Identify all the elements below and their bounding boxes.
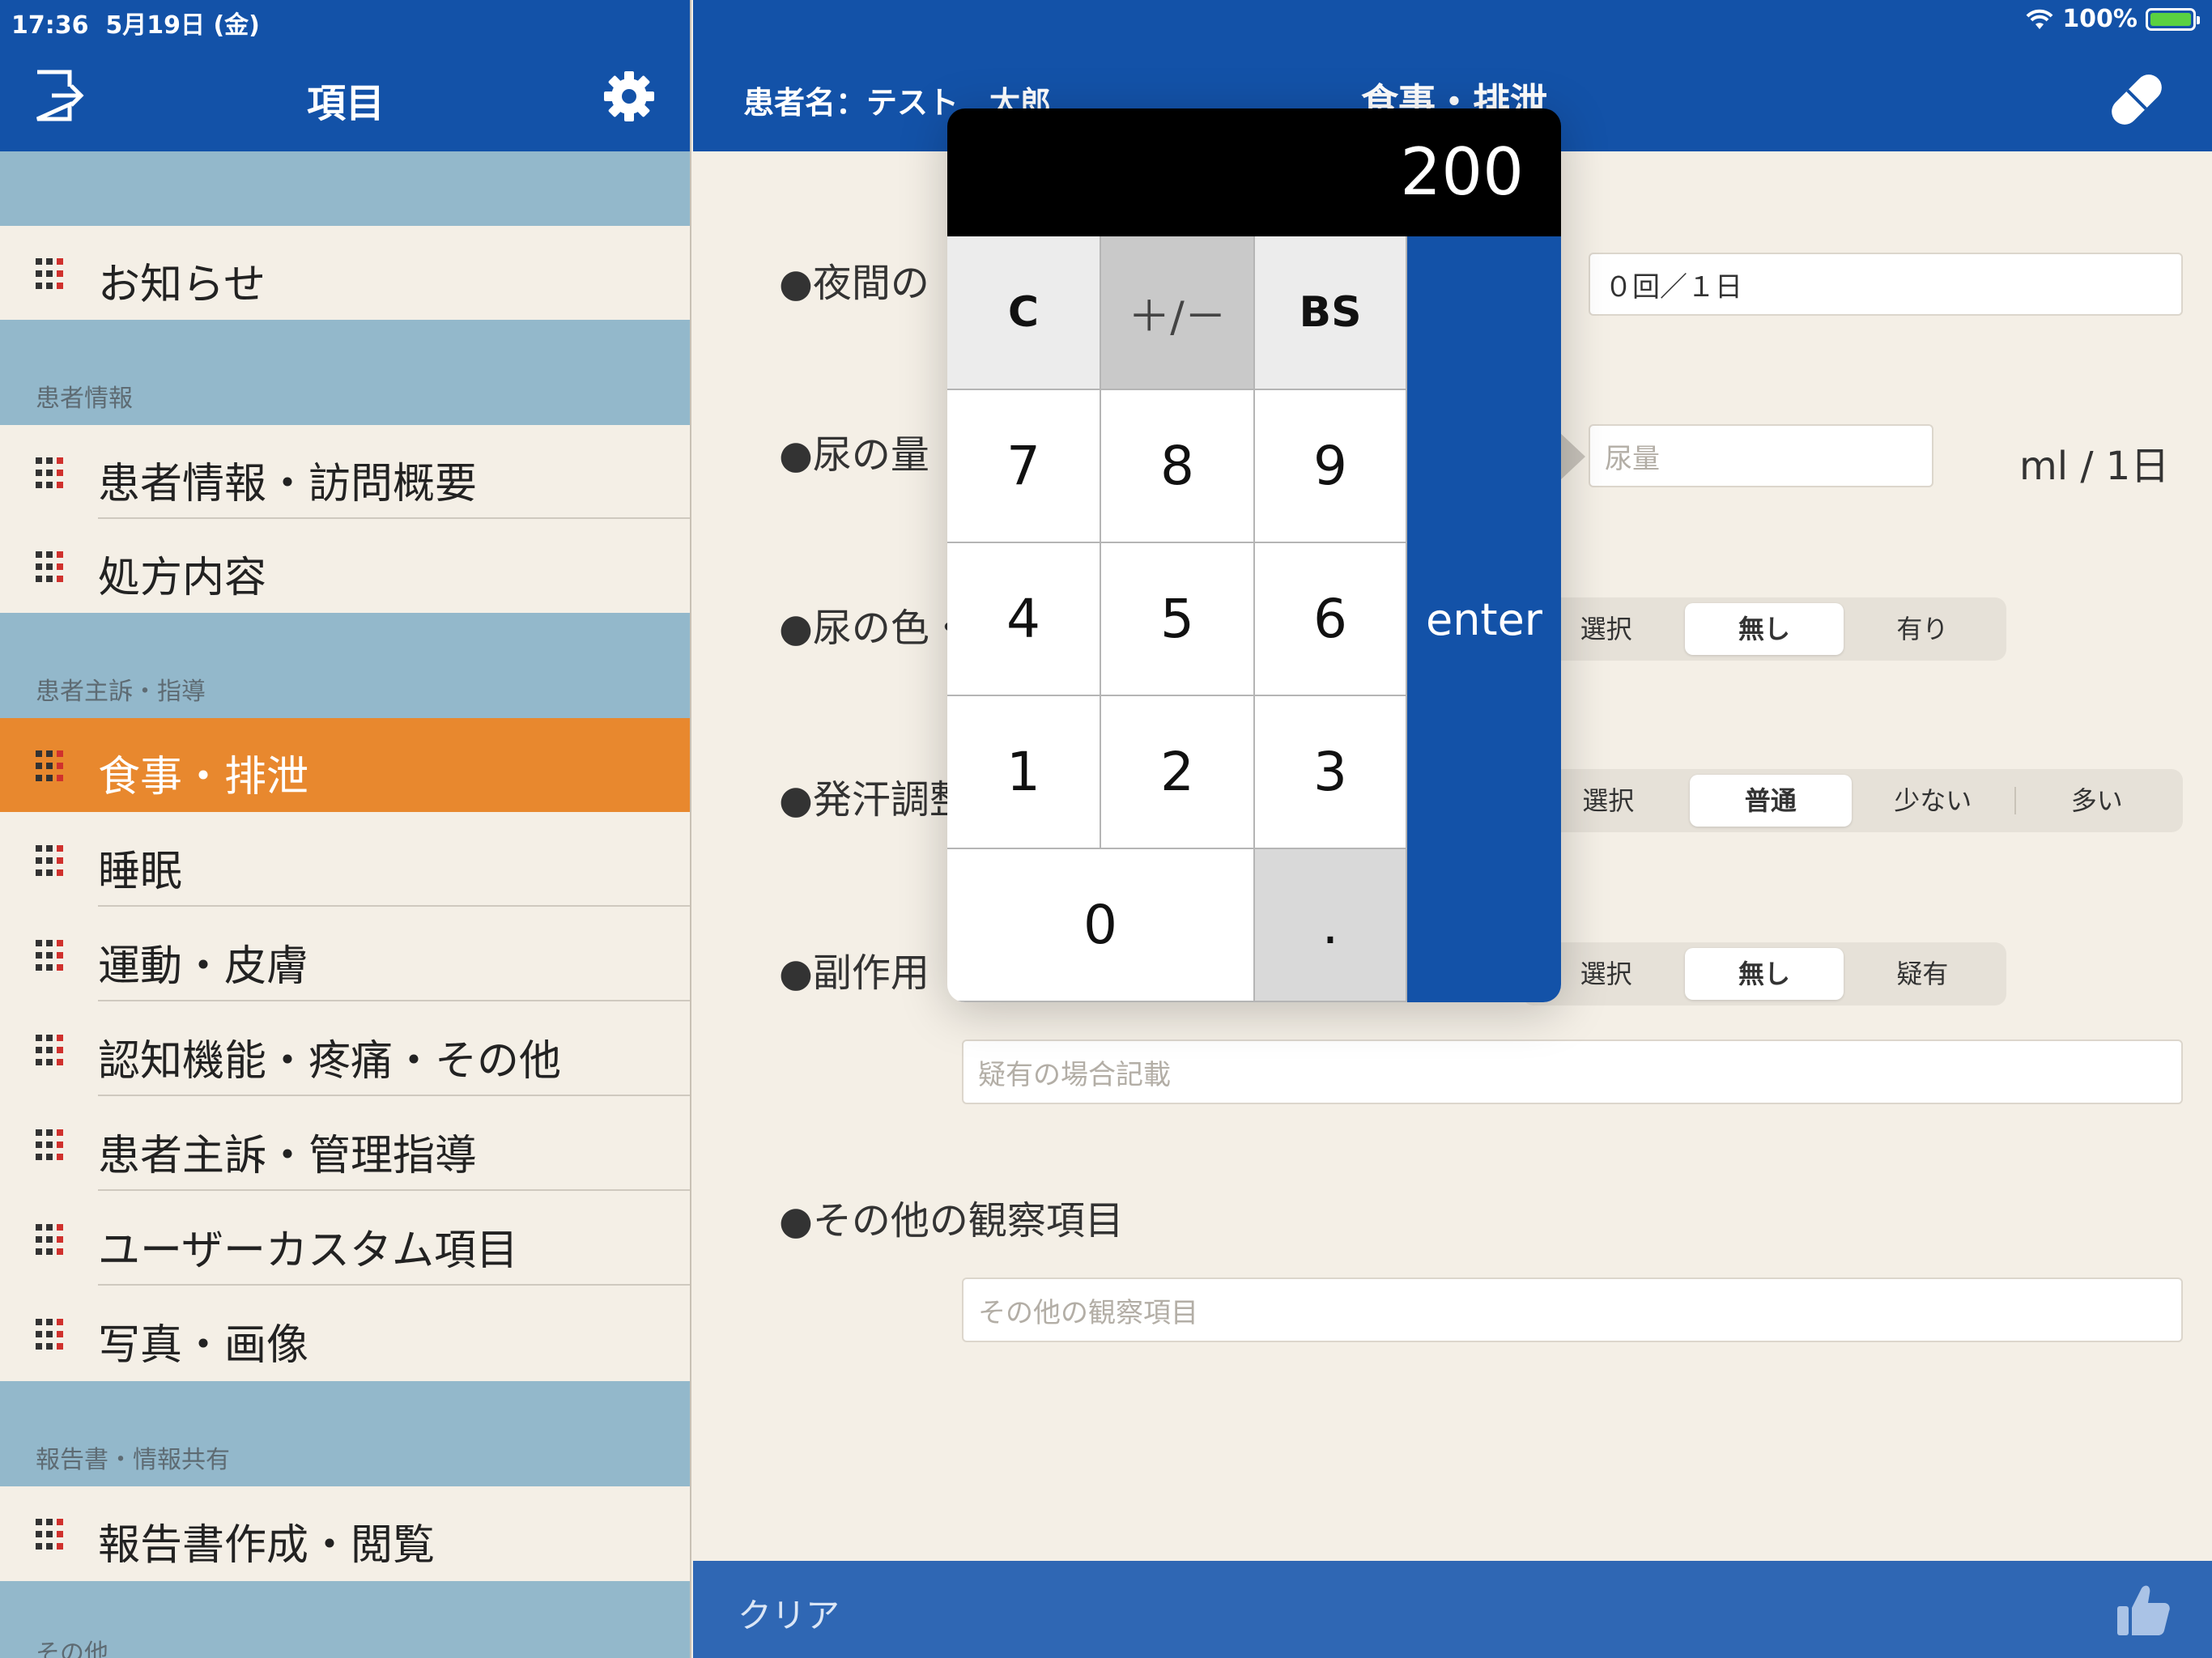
grip-icon — [36, 457, 63, 488]
grip-icon — [36, 1519, 63, 1550]
calc-enter-key[interactable]: enter — [1407, 236, 1561, 1002]
sidebar-item-label: 写真・画像 — [98, 1321, 309, 1370]
sidebar-item-patient-info[interactable]: 患者情報・訪問概要 — [0, 425, 690, 519]
thumbs-up-icon[interactable] — [2114, 1580, 2172, 1639]
sidebar-item-label: お知らせ — [98, 261, 266, 309]
sidebar-item-sleep[interactable]: 睡眠 — [0, 813, 690, 907]
urine-color-segment: 選択 無し 有り — [1522, 597, 2006, 661]
clear-button[interactable]: クリア — [738, 1588, 840, 1638]
night-frequency-field[interactable]: ０回／１日 — [1589, 253, 2183, 316]
section-top — [0, 151, 690, 226]
calc-key-7[interactable]: 7 — [947, 390, 1101, 543]
calc-key-5[interactable]: 5 — [1101, 543, 1255, 696]
sweat-segment: 選択 普通 少ない 多い — [1522, 769, 2183, 832]
calc-backspace-key[interactable]: BS — [1255, 236, 1407, 390]
segment-option-selected[interactable]: 無し — [1685, 948, 1844, 1000]
grip-icon — [36, 845, 63, 876]
sidebar-item-notice[interactable]: お知らせ — [0, 226, 690, 320]
popover-arrow — [1559, 432, 1585, 481]
segment-option[interactable]: 少ない — [1852, 775, 2014, 827]
sidebar-item-label: 患者情報・訪問概要 — [98, 460, 478, 508]
calc-key-0[interactable]: 0 — [947, 849, 1255, 1002]
calc-key-1[interactable]: 1 — [947, 696, 1101, 849]
status-time: 17:36 5月19日 (金) — [11, 11, 260, 40]
sidebar-item-complaint[interactable]: 患者主訴・管理指導 — [0, 1097, 690, 1191]
grip-icon — [36, 551, 63, 582]
section-other: その他 — [0, 1581, 690, 1658]
segment-option-selected[interactable]: 無し — [1685, 603, 1844, 655]
battery-percent: 100% — [2062, 5, 2138, 33]
side-effects-segment: 選択 無し 疑有 — [1522, 942, 2006, 1005]
sidebar-item-label: ユーザーカスタム項目 — [98, 1226, 518, 1275]
calc-key-6[interactable]: 6 — [1255, 543, 1407, 696]
battery-icon — [2146, 7, 2200, 31]
bottom-bar: クリア — [693, 1561, 2212, 1658]
sidebar-title: 項目 — [306, 81, 385, 126]
calc-key-8[interactable]: 8 — [1101, 390, 1255, 543]
segment-option[interactable]: 疑有 — [1844, 948, 2001, 1000]
sidebar-item-prescription[interactable]: 処方内容 — [0, 519, 690, 613]
section-report: 報告書・情報共有 — [0, 1381, 690, 1486]
sidebar-item-label: 食事・排泄 — [98, 753, 309, 801]
question-urine-volume: ●尿の量 — [779, 432, 929, 478]
sidebar-item-label: 睡眠 — [98, 848, 183, 896]
calc-key-3[interactable]: 3 — [1255, 696, 1407, 849]
question-other-observations: ●その他の観察項目 — [779, 1198, 1124, 1244]
question-urine-color: ●尿の色・ — [779, 606, 968, 651]
section-patient: 患者情報 — [0, 320, 690, 425]
calculator-display: 200 — [947, 108, 1561, 236]
sidebar-item-custom[interactable]: ユーザーカスタム項目 — [0, 1192, 690, 1286]
sidebar-item-report[interactable]: 報告書作成・閲覧 — [0, 1486, 690, 1580]
sidebar-item-label: 処方内容 — [98, 554, 267, 602]
section-label: 患者情報 — [36, 385, 133, 413]
question-sweat: ●発汗調整 — [779, 777, 968, 823]
sidebar-item-label: 患者主訴・管理指導 — [98, 1132, 478, 1180]
segment-option[interactable]: 多い — [2016, 775, 2179, 827]
status-indicators: 100% — [2025, 5, 2200, 33]
sidebar-item-label: 認知機能・疼痛・その他 — [98, 1037, 562, 1086]
grip-icon — [36, 1129, 63, 1160]
sidebar-item-label: 運動・皮膚 — [98, 942, 309, 991]
grip-icon — [36, 1035, 63, 1065]
calc-clear-key[interactable]: C — [947, 236, 1101, 390]
grip-icon — [36, 1319, 63, 1350]
sidebar-item-label: 報告書作成・閲覧 — [98, 1521, 436, 1570]
segment-option[interactable]: 有り — [1844, 603, 2001, 655]
sidebar-item-cognitive[interactable]: 認知機能・疼痛・その他 — [0, 1002, 690, 1096]
urine-unit: ml / 1日 — [2019, 444, 2170, 489]
other-observations-field[interactable]: その他の観察項目 — [962, 1278, 2183, 1342]
calc-plusminus-key[interactable]: ＋/－ — [1101, 236, 1255, 390]
section-complaints: 患者主訴・指導 — [0, 613, 690, 718]
wifi-icon — [2026, 9, 2053, 29]
grip-icon — [36, 1224, 63, 1255]
sidebar-item-photo[interactable]: 写真・画像 — [0, 1286, 690, 1380]
calculator-popup: 200 C ＋/－ BS 7 8 9 4 5 6 1 2 3 0 . enter — [947, 108, 1561, 1002]
grip-icon — [36, 750, 63, 781]
urine-volume-field[interactable]: 尿量 — [1589, 424, 1933, 487]
gear-icon[interactable] — [602, 70, 656, 123]
section-label: その他 — [36, 1639, 108, 1658]
section-label: 報告書・情報共有 — [36, 1446, 230, 1474]
sidebar: 項目 お知らせ 患者情報 患者情報・訪問概要 処方内容 患者主訴・指導 食事・排… — [0, 0, 691, 1658]
sidebar-item-meals[interactable]: 食事・排泄 — [0, 718, 690, 812]
side-effects-note-field[interactable]: 疑有の場合記載 — [962, 1039, 2183, 1104]
question-side-effects: ●副作用 — [779, 950, 929, 996]
calc-key-2[interactable]: 2 — [1101, 696, 1255, 849]
grip-icon — [36, 940, 63, 971]
calc-key-9[interactable]: 9 — [1255, 390, 1407, 543]
calc-key-4[interactable]: 4 — [947, 543, 1101, 696]
sidebar-item-exercise[interactable]: 運動・皮膚 — [0, 908, 690, 1001]
grip-icon — [36, 258, 63, 289]
segment-option-selected[interactable]: 普通 — [1689, 775, 1852, 827]
question-night: ●夜間の — [779, 261, 929, 306]
section-label: 患者主訴・指導 — [36, 678, 206, 706]
calc-decimal-key[interactable]: . — [1255, 849, 1407, 1002]
pill-icon[interactable] — [2102, 65, 2172, 134]
